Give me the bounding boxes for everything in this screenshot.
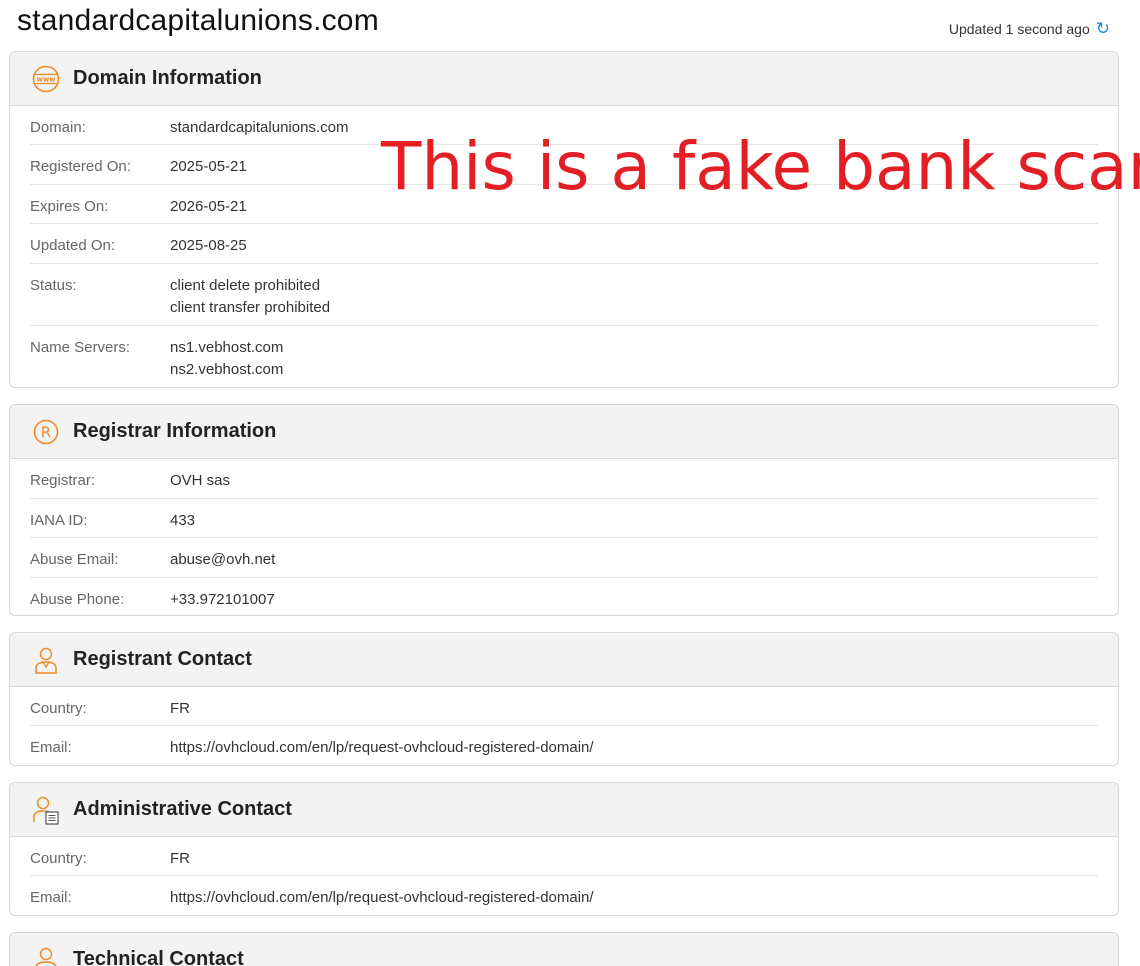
registered-icon: R <box>31 417 61 447</box>
row-label: Name Servers: <box>30 339 131 356</box>
person-icon <box>31 645 61 675</box>
registrant-contact-header: Registrant Contact <box>10 633 1118 687</box>
table-row: Abuse Email: abuse@ovh.net <box>30 538 1098 578</box>
row-label: Country: <box>30 850 87 867</box>
row-value: ns1.vebhost.com ns2.vebhost.com <box>170 337 284 387</box>
domain-value: standardcapitalunions.com <box>170 119 349 136</box>
row-value: https://ovhcloud.com/en/lp/request-ovhcl… <box>170 887 594 915</box>
registrar-value: OVH sas <box>170 472 231 489</box>
row-label: Updated On: <box>30 237 116 254</box>
row-value: standardcapitalunions.com <box>170 117 348 144</box>
table-row: Abuse Phone: +33.972101007 <box>30 578 1098 615</box>
row-label: Abuse Email: <box>30 551 119 568</box>
row-value: abuse@ovh.net <box>170 549 275 577</box>
registrar-information-header: R Registrar Information <box>10 405 1118 459</box>
row-value: https://ovhcloud.com/en/lp/request-ovhcl… <box>170 737 594 765</box>
abuse-email-value: abuse@ovh.net <box>170 551 276 568</box>
updated-status: Updated 1 second ago ↻ <box>949 20 1110 37</box>
table-row: Country: FR <box>30 687 1098 726</box>
whois-page: standardcapitalunions.com Updated 1 seco… <box>0 0 1140 966</box>
row-value: 2026-05-21 <box>170 196 247 223</box>
row-label: Email: <box>30 889 72 906</box>
abuse-phone-value: +33.972101007 <box>170 591 275 608</box>
row-label: Expires On: <box>30 198 109 215</box>
table-row: Updated On: 2025-08-25 <box>30 224 1098 264</box>
top-bar: standardcapitalunions.com Updated 1 seco… <box>0 0 1140 50</box>
registrar-information-rows: Registrar: OVH sas IANA ID: 433 Abuse Em… <box>10 459 1118 615</box>
country-value: FR <box>170 850 190 867</box>
updated-value: 2025-08-25 <box>170 237 247 254</box>
technical-contact-card: Technical Contact <box>9 932 1119 966</box>
country-value: FR <box>170 700 190 717</box>
scam-warning-annotation: This is a fake bank scam <box>381 128 1140 205</box>
table-row: Email: https://ovhcloud.com/en/lp/reques… <box>30 726 1098 765</box>
row-value: +33.972101007 <box>170 589 275 615</box>
table-row: Name Servers: ns1.vebhost.com ns2.vebhos… <box>30 326 1098 387</box>
card-title: Administrative Contact <box>73 798 292 820</box>
technical-contact-header: Technical Contact <box>10 933 1118 966</box>
expires-value: 2026-05-21 <box>170 198 247 215</box>
table-row: Registrar: OVH sas <box>30 459 1098 499</box>
row-label: Status: <box>30 277 77 294</box>
registrant-contact-card: Registrant Contact Country: FR Email: ht… <box>9 632 1119 766</box>
page-title: standardcapitalunions.com <box>17 4 379 37</box>
registrant-contact-rows: Country: FR Email: https://ovhcloud.com/… <box>10 687 1118 765</box>
row-value: client delete prohibited client transfer… <box>170 275 330 325</box>
www-icon: www <box>31 64 61 94</box>
row-label: Abuse Phone: <box>30 591 125 608</box>
table-row: IANA ID: 433 <box>30 499 1098 538</box>
card-title: Domain Information <box>73 67 262 89</box>
table-row: Status: client delete prohibited client … <box>30 264 1098 326</box>
row-label: Domain: <box>30 119 86 136</box>
tech-person-icon <box>31 945 61 966</box>
registrar-information-card: R Registrar Information Registrar: OVH s… <box>9 404 1119 616</box>
table-row: Country: FR <box>30 837 1098 876</box>
iana-id-value: 433 <box>170 512 196 529</box>
registered-value: 2025-05-21 <box>170 158 247 175</box>
admin-person-icon <box>31 795 61 825</box>
status-value: client delete prohibited <box>170 277 321 294</box>
table-row: Email: https://ovhcloud.com/en/lp/reques… <box>30 876 1098 915</box>
svg-text:www: www <box>37 75 57 83</box>
card-title: Registrant Contact <box>73 648 252 670</box>
email-value: https://ovhcloud.com/en/lp/request-ovhcl… <box>170 739 594 756</box>
name-server-value: ns1.vebhost.com <box>170 339 284 356</box>
row-value: FR <box>170 848 190 875</box>
row-label: Email: <box>30 739 72 756</box>
email-value: https://ovhcloud.com/en/lp/request-ovhcl… <box>170 889 594 906</box>
domain-information-header: www Domain Information <box>10 52 1118 106</box>
row-label: Registrar: <box>30 472 96 489</box>
administrative-contact-rows: Country: FR Email: https://ovhcloud.com/… <box>10 837 1118 915</box>
card-title: Registrar Information <box>73 420 277 442</box>
svg-text:R: R <box>41 423 51 441</box>
updated-text: Updated 1 second ago <box>948 20 1090 37</box>
row-label: Registered On: <box>30 158 131 175</box>
name-server-value: ns2.vebhost.com <box>170 361 284 378</box>
row-value: 2025-08-25 <box>170 235 247 263</box>
refresh-icon[interactable]: ↻ <box>1096 20 1110 37</box>
row-label: Country: <box>30 700 87 717</box>
row-label: IANA ID: <box>30 512 88 529</box>
row-value: 433 <box>170 510 195 537</box>
row-value: FR <box>170 698 190 725</box>
administrative-contact-card: Administrative Contact Country: FR Email… <box>9 782 1119 916</box>
row-value: OVH sas <box>170 470 230 498</box>
status-value: client transfer prohibited <box>170 299 331 316</box>
domain-information-card: www Domain Information Domain: standardc… <box>9 51 1119 388</box>
administrative-contact-header: Administrative Contact <box>10 783 1118 837</box>
card-title: Technical Contact <box>73 948 244 966</box>
row-value: 2025-05-21 <box>170 156 247 184</box>
